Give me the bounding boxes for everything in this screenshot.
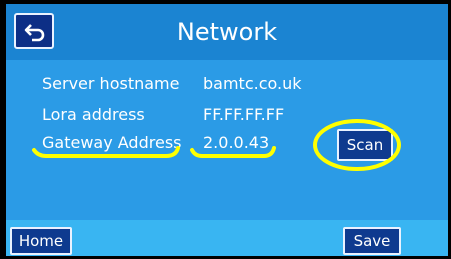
scan-highlight-circle xyxy=(313,119,401,171)
gateway-value-underline xyxy=(190,146,276,158)
network-screen: Network Server hostname bamtc.co.uk Lora… xyxy=(6,4,448,256)
annotation-overlay xyxy=(32,119,401,171)
gateway-label-underline xyxy=(32,146,180,158)
